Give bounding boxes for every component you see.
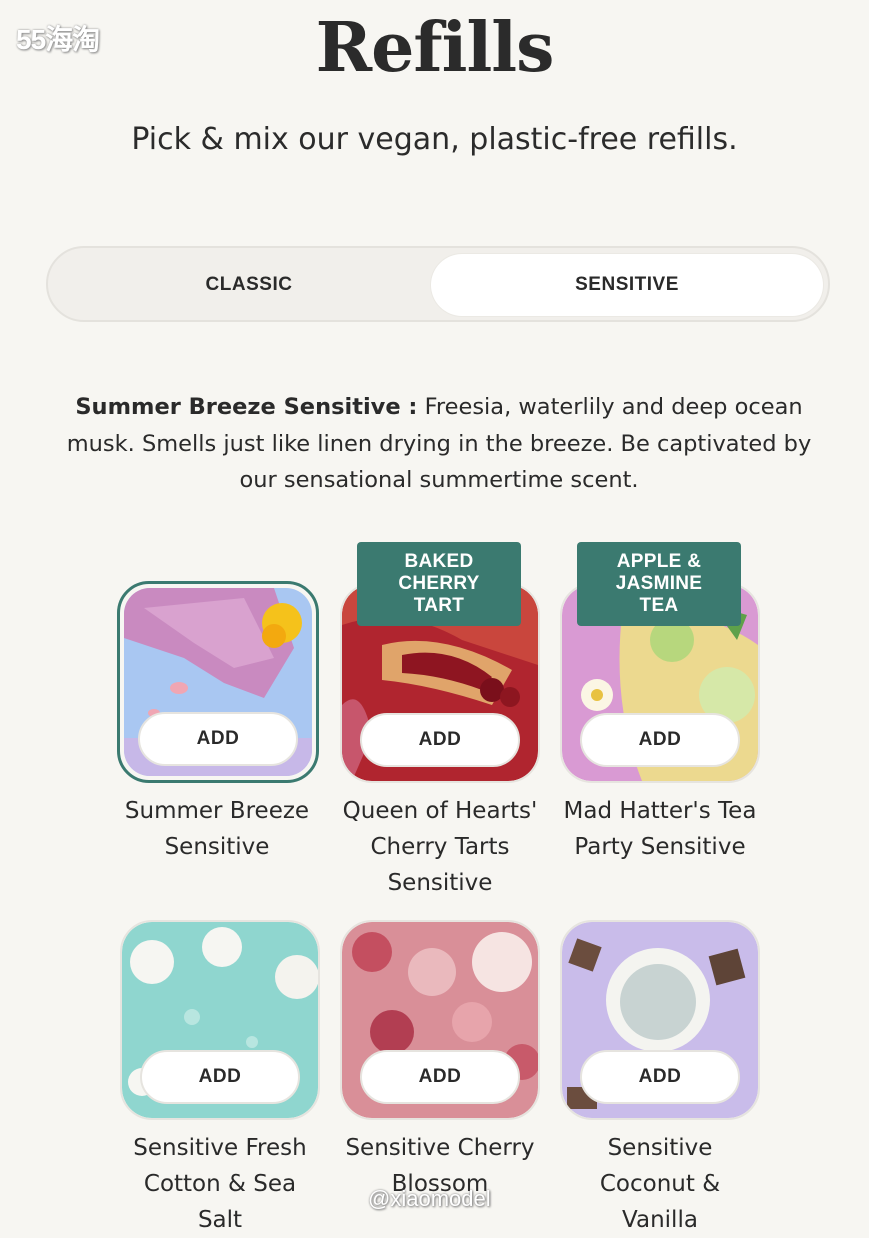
add-button[interactable]: ADD bbox=[580, 1050, 740, 1104]
product-card-summer-breeze: ADD Summer Breeze Sensitive bbox=[117, 581, 319, 865]
add-button[interactable]: ADD bbox=[138, 712, 298, 766]
badge-label: BAKED CHERRY TART bbox=[398, 551, 480, 616]
product-name: Sensitive Coconut & Vanilla bbox=[599, 1135, 721, 1233]
add-button[interactable]: ADD bbox=[360, 713, 520, 767]
badge-label: APPLE & JASMINE TEA bbox=[615, 551, 703, 616]
product-card-coconut-vanilla: ADD Sensitive Coconut & Vanilla bbox=[560, 920, 760, 1238]
product-tile[interactable]: ADD bbox=[560, 920, 760, 1120]
product-badge-tea: APPLE & JASMINE TEA bbox=[577, 542, 741, 626]
watermark-username: @xiaomodel bbox=[368, 1186, 491, 1211]
product-name: Mad Hatter's Tea Party Sensitive bbox=[563, 798, 757, 860]
scent-description: Summer Breeze Sensitive : Freesia, water… bbox=[62, 389, 816, 499]
product-tile[interactable]: ADD bbox=[340, 920, 540, 1120]
product-card-cherry-tarts: ADD Queen of Hearts' Cherry Tarts Sensit… bbox=[340, 583, 540, 901]
add-button[interactable]: ADD bbox=[360, 1050, 520, 1104]
tab-classic[interactable]: CLASSIC bbox=[54, 254, 444, 316]
scent-type-toggle: CLASSIC SENSITIVE bbox=[46, 246, 830, 322]
product-tile[interactable]: ADD bbox=[120, 920, 320, 1120]
product-name: Queen of Hearts' Cherry Tarts Sensitive bbox=[342, 798, 538, 896]
add-button[interactable]: ADD bbox=[580, 713, 740, 767]
product-badge-cherry: BAKED CHERRY TART bbox=[357, 542, 521, 626]
product-card-fresh-cotton: ADD Sensitive Fresh Cotton & Sea Salt bbox=[120, 920, 320, 1238]
product-name: Sensitive Fresh Cotton & Sea Salt bbox=[133, 1135, 307, 1233]
tab-sensitive[interactable]: SENSITIVE bbox=[431, 254, 823, 316]
product-card-cherry-blossom: ADD Sensitive Cherry Blossom bbox=[340, 920, 540, 1202]
product-tile[interactable]: ADD bbox=[117, 581, 319, 783]
add-button[interactable]: ADD bbox=[140, 1050, 300, 1104]
scent-description-name: Summer Breeze Sensitive : bbox=[75, 394, 418, 420]
product-name: Summer Breeze Sensitive bbox=[124, 798, 310, 860]
page-title: Refills bbox=[315, 8, 555, 88]
page-subtitle: Pick & mix our vegan, plastic-free refil… bbox=[131, 122, 738, 157]
